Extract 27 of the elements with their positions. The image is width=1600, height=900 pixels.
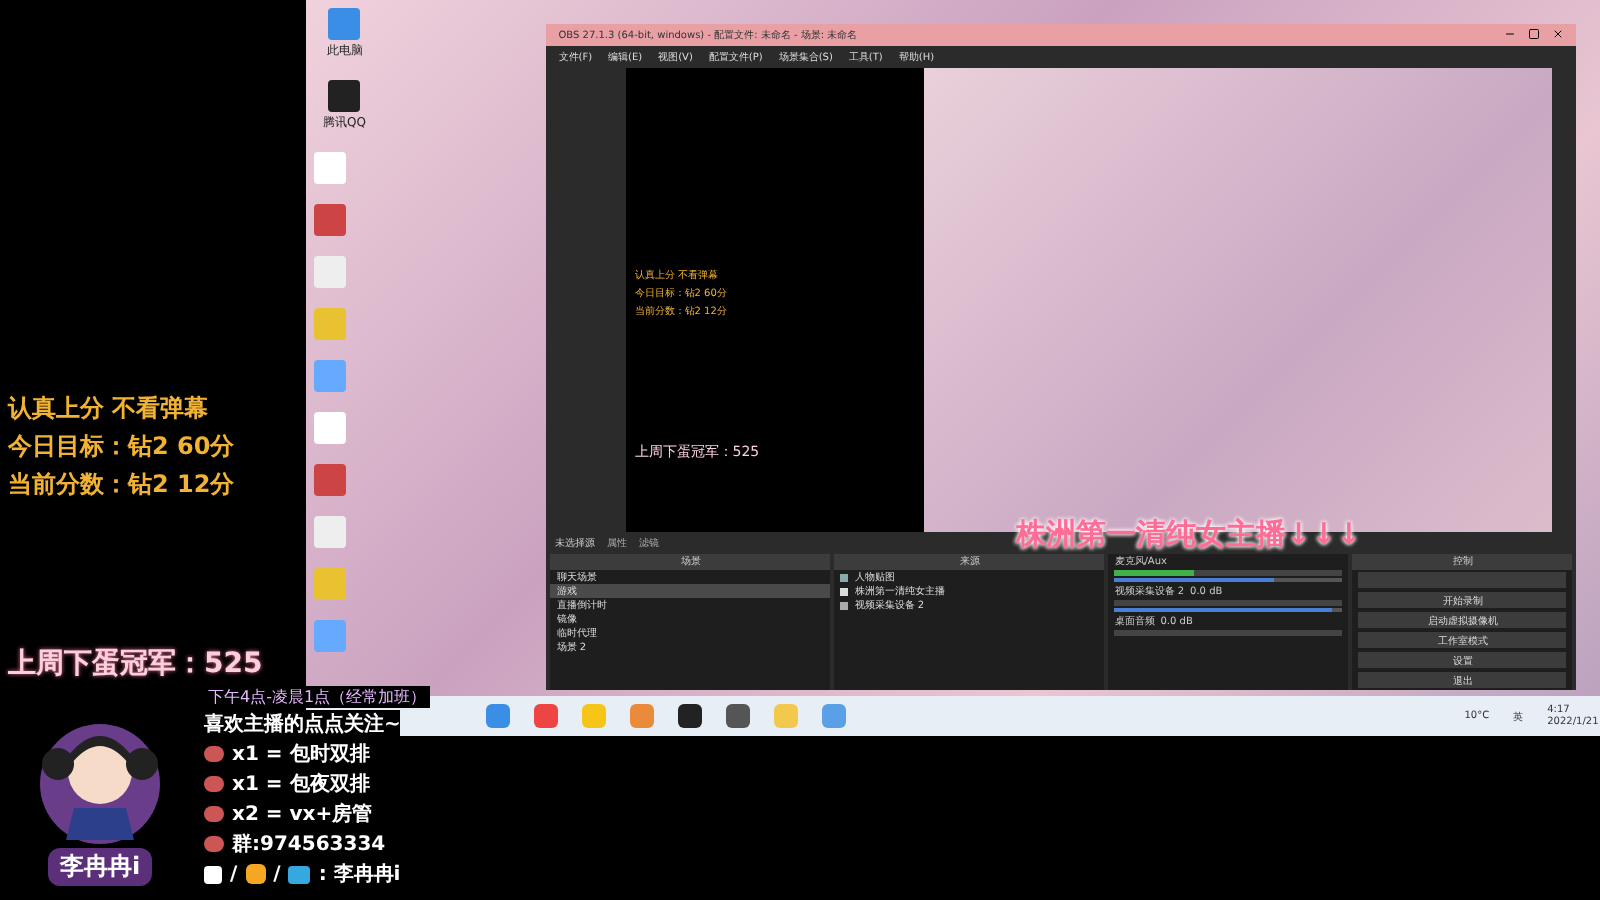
perk-text: x1 = 包时双排 [232, 741, 370, 768]
perk-text: x1 = 包夜双排 [232, 770, 370, 798]
taskbar-app-icon[interactable] [678, 704, 703, 728]
desktop-icon[interactable] [314, 204, 347, 236]
status-text: 今日目标：钻2 60分 [8, 430, 237, 464]
desktop-icon[interactable] [314, 464, 347, 496]
separator-text: / [230, 863, 238, 885]
desktop-icon[interactable] [314, 360, 347, 392]
desktop-icon[interactable] [314, 412, 347, 444]
taskbar-app-icon[interactable] [726, 704, 751, 728]
perk-text: x2 = vx+房管 [232, 800, 373, 828]
champion-text: 上周下蛋冠军：525 [8, 646, 265, 682]
maximize-icon[interactable] [1528, 28, 1541, 41]
close-icon[interactable] [1552, 28, 1565, 41]
stream-button[interactable] [1358, 572, 1567, 588]
minimize-icon[interactable] [1504, 28, 1517, 41]
desktop-icon[interactable] [314, 516, 347, 548]
separator-text: / [273, 863, 281, 885]
desktop-icon[interactable] [314, 152, 347, 184]
status-text: 当前分数：钻2 12分 [8, 468, 237, 502]
follow-text: 喜欢主播的点点关注~ [204, 710, 401, 738]
schedule-text: 下午4点-凌晨1点（经常加班） [204, 686, 431, 708]
perk-text: 群:974563334 [232, 831, 386, 858]
status-text: 认真上分 不看弹幕 [8, 392, 211, 426]
desktop-icon[interactable] [314, 256, 347, 288]
logo-text: 李冉冉i [47, 848, 153, 886]
streamer-name: : 李冉冉i [318, 861, 401, 888]
